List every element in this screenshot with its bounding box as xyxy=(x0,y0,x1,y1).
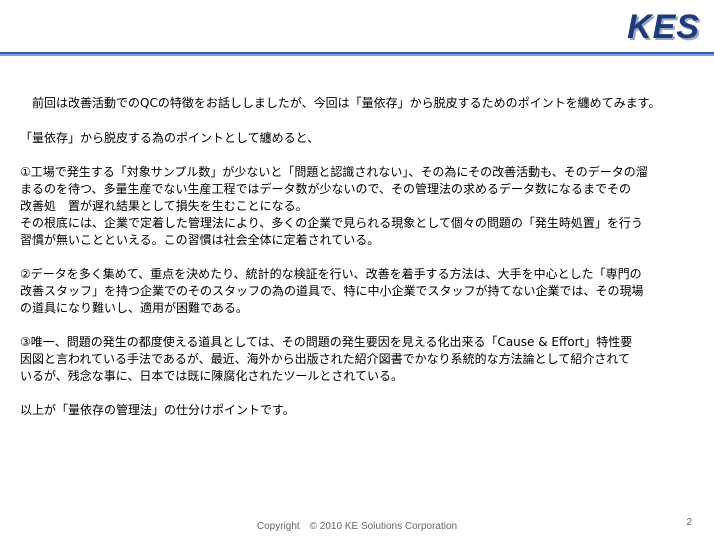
point-2-line: の道具になり難いし、適用が困難である。 xyxy=(20,301,248,315)
point-2-line: 改善スタッフ」を持つ企業でのそのスタッフの為の道具で、特に中小企業でスタッフが持… xyxy=(20,284,644,298)
point-2-line: ②データを多く集めて、重点を決めたり、統計的な検証を行い、改善を着手する方法は、… xyxy=(20,267,642,281)
point-1-line: その根底には、企業で定着した管理法により、多くの企業で見られる現象として個々の問… xyxy=(20,216,643,230)
intro-paragraph: 前回は改善活動でのQCの特徴をお話ししましたが、今回は「量依存」から脱皮するため… xyxy=(32,96,661,110)
point-2: ②データを多く集めて、重点を決めたり、統計的な検証を行い、改善を着手する方法は、… xyxy=(20,266,700,317)
copyright-footer: Copyright © 2010 KE Solutions Corporatio… xyxy=(256,521,458,532)
closing-paragraph: 以上が「量依存の管理法」の仕分けポイントです。 xyxy=(20,403,295,417)
page-number: 2 xyxy=(686,517,692,528)
point-1-line: ①工場で発生する「対象サンプル数」が少ないと「問題と認識されない」、その為にその… xyxy=(20,165,648,179)
header-divider xyxy=(0,52,714,56)
point-3: ③唯一、問題の発生の都度使える道具としては、その問題の発生要因を見える化出来る「… xyxy=(20,334,700,385)
point-3-line: ③唯一、問題の発生の都度使える道具としては、その問題の発生要因を見える化出来る「… xyxy=(20,335,633,349)
point-1-line: 習慣が無いことといえる。この習慣は社会全体に定着されている。 xyxy=(20,233,380,247)
point-1-line: 改善処 置が遅れ結果として損失を生むことになる。 xyxy=(20,199,308,213)
point-3-line: 因図と言われている手法であるが、最近、海外から出版された紹介図書でかなり系統的な… xyxy=(20,352,630,366)
slide-body: 前回は改善活動でのQCの特徴をお話ししましたが、今回は「量依存」から脱皮するため… xyxy=(20,95,700,419)
kes-logo: KES xyxy=(627,8,700,46)
point-3-line: いるが、残念な事に、日本では既に陳腐化されたツールとされている。 xyxy=(20,369,404,383)
point-1-line: まるのを待つ、多量生産でない生産工程ではデータ数が少ないので、その管理法の求める… xyxy=(20,182,632,196)
lead-paragraph: 「量依存」から脱皮する為のポイントとして纏めると、 xyxy=(20,131,320,145)
point-1: ①工場で発生する「対象サンプル数」が少ないと「問題と認識されない」、その為にその… xyxy=(20,164,700,249)
